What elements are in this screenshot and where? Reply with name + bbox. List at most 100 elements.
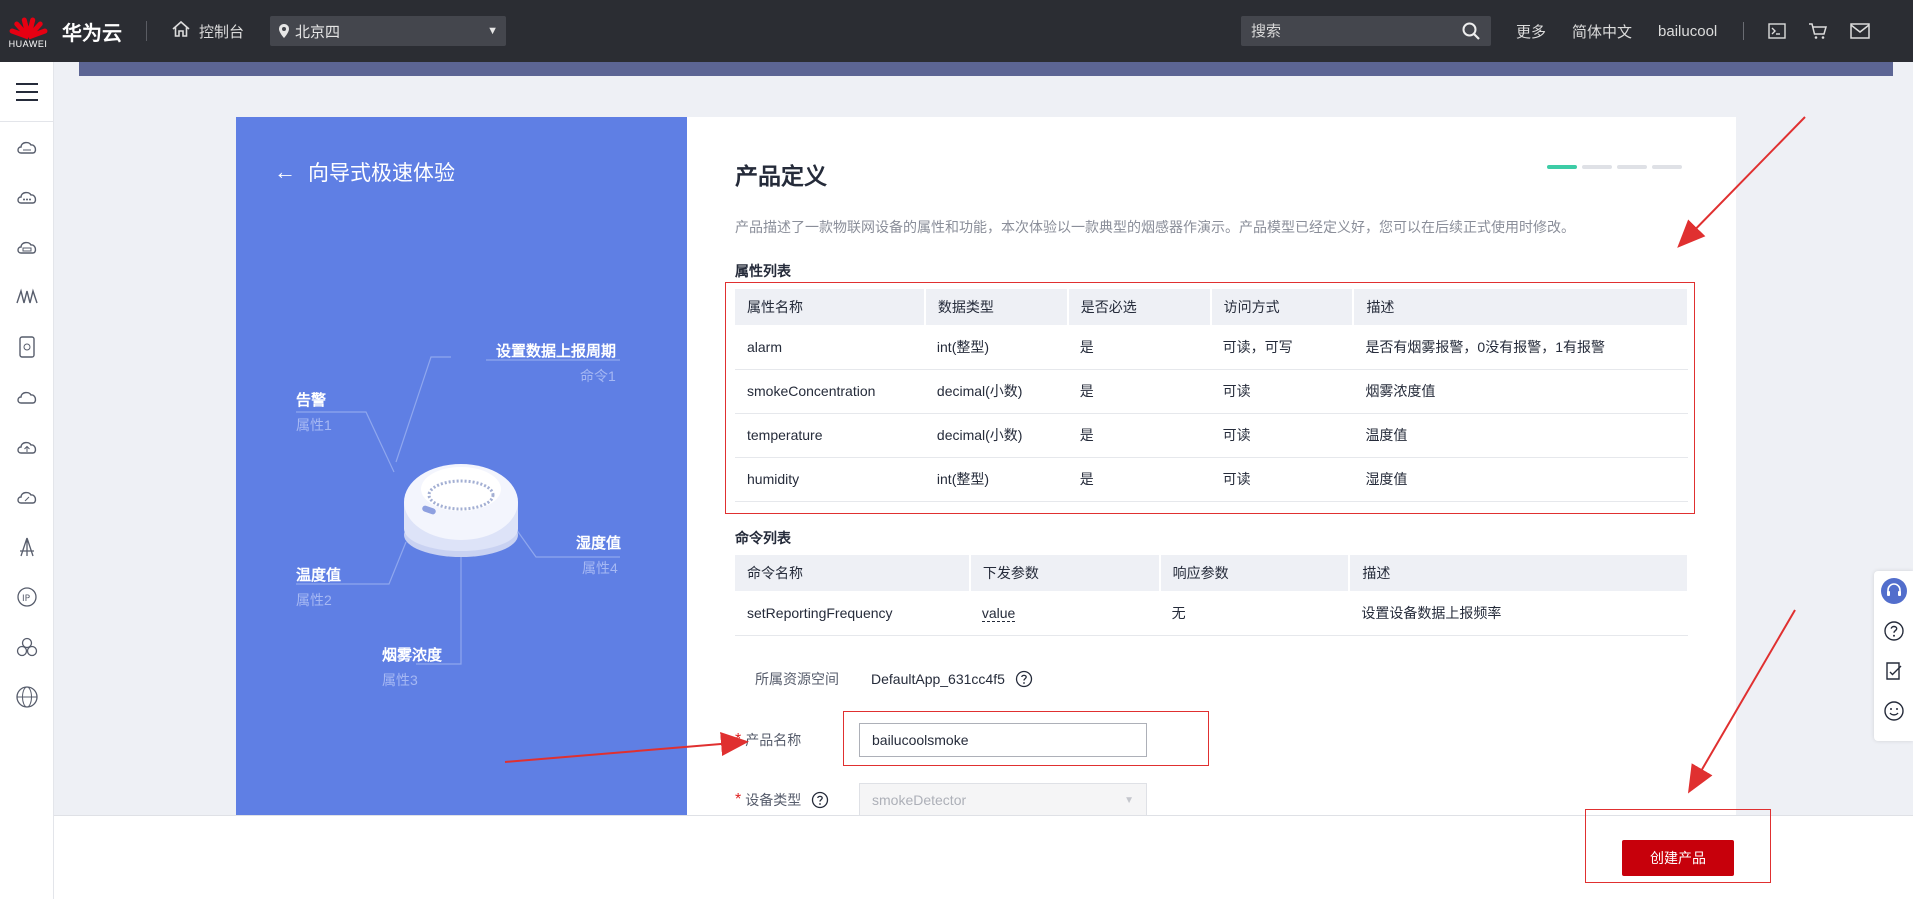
device-type-row: * 设备类型 smokeDetector ▼ [735,783,1147,817]
column-header: 数据类型 [924,289,1069,325]
diagram-alarm-label: 告警 [296,392,327,409]
edit-note-icon[interactable] [1874,651,1913,691]
table-cell: 是 [1067,413,1211,458]
cloud-server-icon[interactable] [0,122,53,172]
terminal-icon[interactable] [1768,23,1786,39]
diagram-smoke-label: 烟雾浓度 [382,647,443,664]
table-cell: 可读 [1210,457,1354,502]
column-header: 是否必选 [1067,289,1212,325]
table-row: smokeConcentration decimal(小数) 是 可读 烟雾浓度… [735,369,1688,414]
chevron-down-icon: ▼ [1124,794,1134,806]
device-type-select: smokeDetector ▼ [859,783,1147,817]
help-icon[interactable] [1015,670,1033,688]
divider [146,21,147,41]
table-cell: 烟雾浓度值 [1353,369,1688,414]
table-cell: value [969,591,1160,636]
device-type-label: 设备类型 [745,792,802,808]
column-header: 下发参数 [969,555,1161,591]
column-header: 响应参数 [1159,555,1351,591]
cloud-icon[interactable] [0,372,53,422]
console-label: 控制台 [199,23,245,41]
step-4 [1652,165,1682,169]
cloud-gauge-icon[interactable] [0,472,53,522]
huawei-logo[interactable]: HUAWEI [0,0,56,62]
table-cell: decimal(小数) [924,369,1068,414]
table-cell: smokeConcentration [735,369,925,414]
search-box [1241,16,1491,46]
brand-name[interactable]: 华为云 [62,17,122,46]
resource-space-value: DefaultApp_631cc4f5 [871,671,1005,687]
param-link[interactable]: value [981,604,1016,622]
product-name-label-wrap: * 产品名称 [735,730,859,750]
logo-text: HUAWEI [8,39,48,49]
device-type-value: smokeDetector [872,792,967,808]
help-icon[interactable] [811,791,829,809]
product-name-input[interactable] [859,723,1147,757]
table-cell: int(整型) [924,325,1068,370]
step-3 [1617,165,1647,169]
region-selector[interactable]: 北京四 ▼ [270,16,507,46]
cluster-icon[interactable] [0,622,53,672]
username-menu[interactable]: bailucool [1658,23,1717,40]
table-cell: 可读 [1210,413,1354,458]
table-cell: 温度值 [1353,413,1688,458]
column-header: 描述 [1353,289,1689,325]
floating-toolbar [1874,571,1913,741]
step-1 [1547,165,1577,169]
create-product-button[interactable]: 创建产品 [1622,840,1734,876]
cloud-dots-icon[interactable] [0,172,53,222]
console-link[interactable]: 控制台 [171,19,244,43]
column-header: 命令名称 [735,555,971,591]
mail-icon[interactable] [1850,23,1870,39]
search-icon[interactable] [1461,21,1481,41]
table-cell: decimal(小数) [924,413,1068,458]
diagram-smoke-sub: 属性3 [382,672,418,688]
ip-icon[interactable]: IP [0,572,53,622]
table-row: humidity int(整型) 是 可读 湿度值 [735,457,1688,502]
top-navigation-bar: HUAWEI 华为云 控制台 北京四 ▼ 更多 简体中文 bailucool [0,0,1913,62]
cloud-storage-icon[interactable] [0,222,53,272]
diagram-alarm-sub: 属性1 [296,417,332,433]
table-header-row: 命令名称 下发参数 响应参数 描述 [735,555,1689,591]
tower-icon[interactable] [0,522,53,572]
diagram-humidity-label: 湿度值 [576,535,622,552]
more-menu[interactable]: 更多 [1516,21,1546,42]
customer-service-icon[interactable] [1874,571,1913,611]
globe-icon[interactable] [0,672,53,722]
resource-space-row: 所属资源空间 DefaultApp_631cc4f5 [755,669,1033,689]
table-cell: 设置设备数据上报频率 [1349,591,1688,636]
command-list-heading: 命令列表 [735,530,791,546]
left-sidebar: IP [0,62,54,899]
shopping-cart-icon[interactable] [1808,22,1828,40]
diagram-temperature-label: 温度值 [296,567,342,584]
table-cell: 可读 [1210,369,1354,414]
waveform-icon[interactable] [0,272,53,322]
column-header: 属性名称 [735,289,926,325]
table-cell: 是 [1067,325,1211,370]
step-indicator [1547,165,1687,169]
attribute-list-heading: 属性列表 [735,263,791,279]
language-switch[interactable]: 简体中文 [1572,21,1632,42]
help-icon[interactable] [1874,611,1913,651]
product-definition-panel: 产品定义 产品描述了一款物联网设备的属性和功能，本次体验以一款典型的烟感器作演示… [687,117,1736,817]
table-cell: temperature [735,413,925,458]
table-row: temperature decimal(小数) 是 可读 温度值 [735,413,1688,458]
svg-text:IP: IP [22,594,31,604]
required-star: * [735,731,742,748]
table-cell: alarm [735,325,925,370]
table-cell: humidity [735,457,925,502]
search-input[interactable] [1251,22,1461,40]
hamburger-menu-icon[interactable] [0,62,53,122]
table-cell: 是 [1067,369,1211,414]
attribute-table: 属性名称 数据类型 是否必选 访问方式 描述 alarm int(整型) 是 可… [735,289,1689,502]
cloud-upload-icon[interactable] [0,422,53,472]
product-name-row: * 产品名称 [735,723,1147,757]
resource-space-label: 所属资源空间 [755,671,839,687]
device-icon[interactable] [0,322,53,372]
page-title: 产品定义 [735,163,827,189]
product-name-label: 产品名称 [745,732,802,748]
feedback-smile-icon[interactable] [1874,691,1913,731]
huawei-petal-icon [8,13,49,40]
step-2 [1582,165,1612,169]
table-header-row: 属性名称 数据类型 是否必选 访问方式 描述 [735,289,1689,325]
